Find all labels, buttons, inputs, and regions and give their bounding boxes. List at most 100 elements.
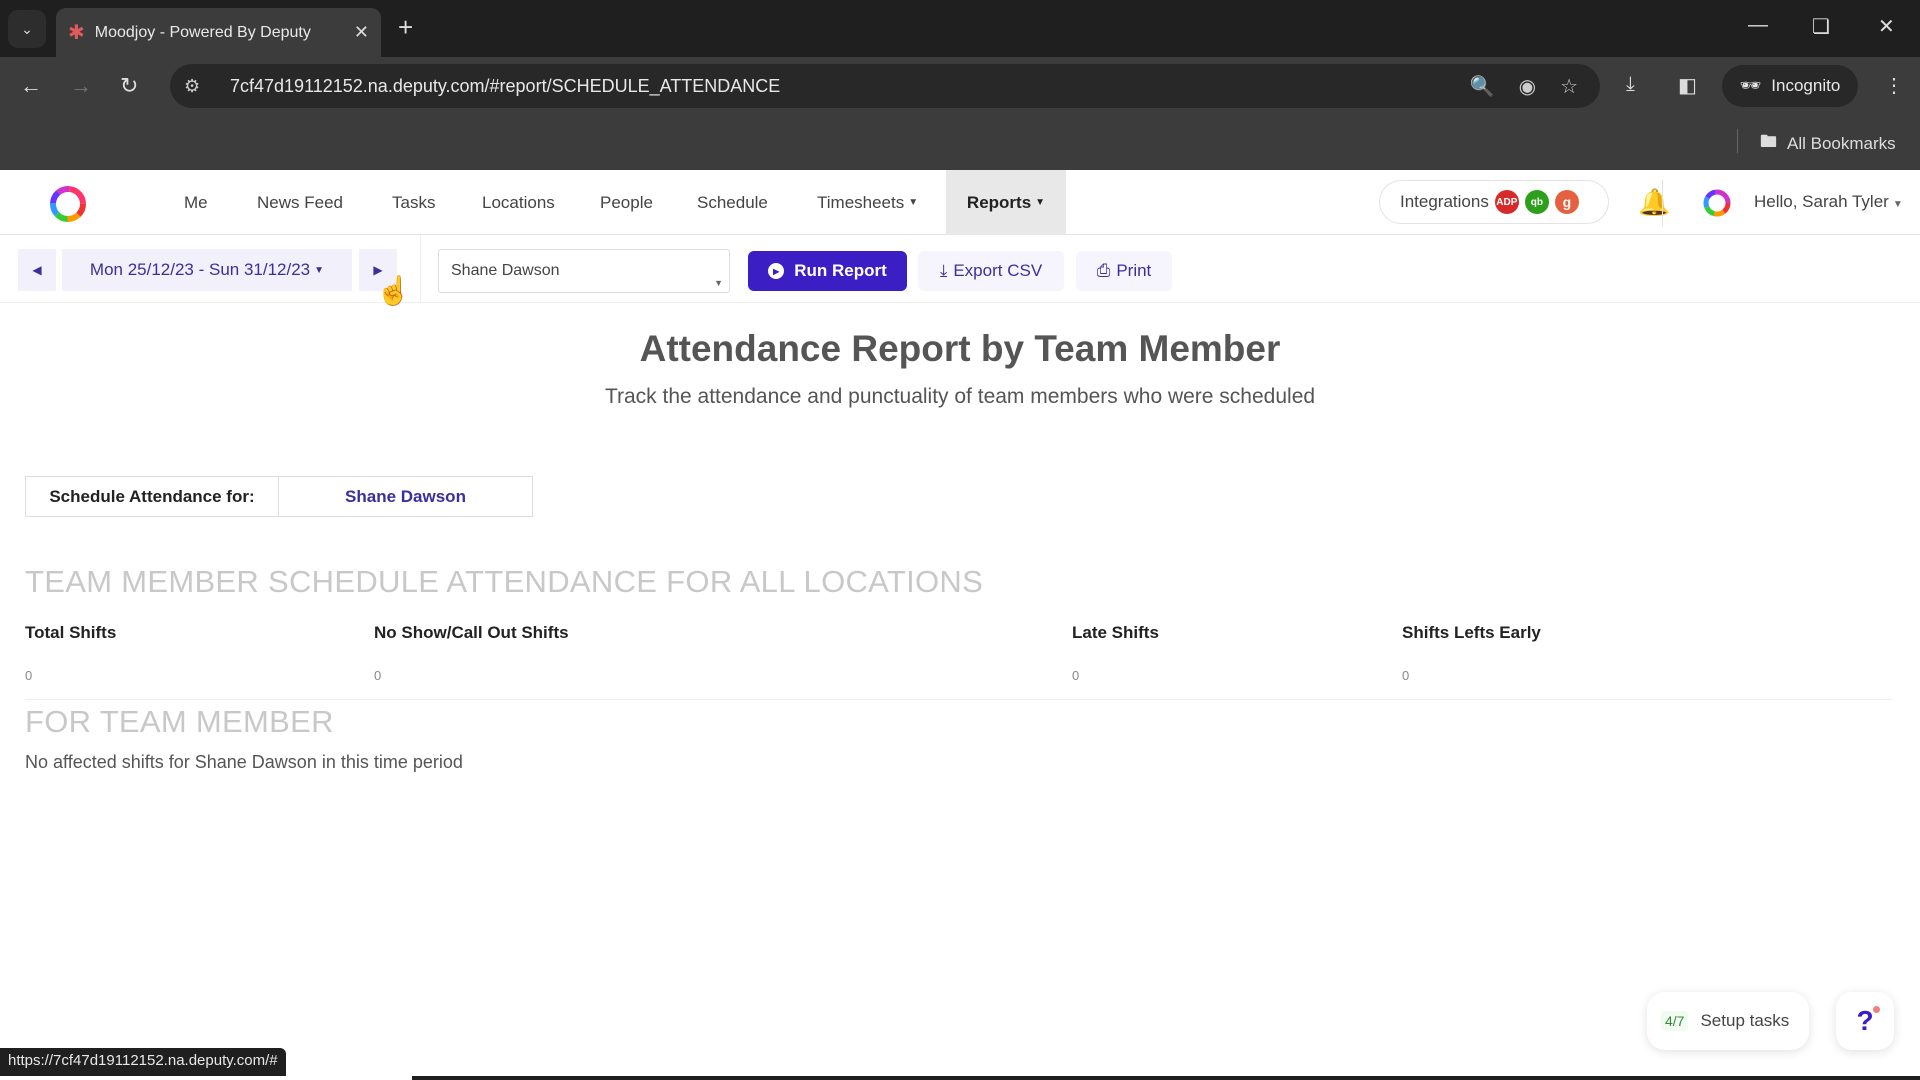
back-icon[interactable]: ← [20, 73, 42, 99]
report-filter-bar: ◀ Mon 25/12/23 - Sun 31/12/23 ▼ ▶ Shane D… [0, 235, 1920, 303]
setup-tasks-label: Setup tasks [1700, 1011, 1790, 1030]
stat-value-total-shifts: 0 [25, 668, 33, 683]
browser-tab-active[interactable]: ✱ Moodjoy - Powered By Deputy ✕ [56, 8, 381, 57]
print-button[interactable]: ⎙ Print [1076, 251, 1172, 291]
report-title: Attendance Report by Team Member [639, 328, 1281, 369]
folder-icon: 🖿 [1760, 132, 1777, 151]
date-range-label: Mon 25/12/23 - Sun 31/12/23 [89, 260, 311, 279]
stat-label-late-shifts: Late Shifts [1072, 623, 1159, 642]
printer-icon: ⎙ [1096, 261, 1111, 280]
stat-label-no-show: No Show/Call Out Shifts [374, 623, 569, 642]
nav-timesheets-label: Timesheets [817, 192, 905, 212]
tab-search-button[interactable]: ⌄ [8, 10, 46, 48]
stat-label-left-early: Shifts Lefts Early [1402, 623, 1541, 642]
run-report-button[interactable]: ▶ Run Report [748, 251, 907, 291]
nav-locations-label: Locations [482, 192, 555, 212]
download-icon: ⤓ [939, 261, 948, 280]
nav-people-label: People [600, 192, 653, 212]
nav-news-feed[interactable]: News Feed [245, 170, 355, 235]
quickbooks-badge-icon: qb [1524, 190, 1549, 214]
star-icon[interactable]: ☆ [1560, 74, 1578, 99]
incognito-label: Incognito [1771, 76, 1841, 95]
download-icon[interactable]: ⤓ [1626, 73, 1635, 96]
nav-schedule[interactable]: Schedule [685, 170, 780, 235]
side-panel-icon[interactable]: ◧ [1678, 73, 1697, 98]
prev-period-button[interactable]: ◀ [18, 249, 56, 291]
attendance-for-label: Schedule Attendance for: [26, 477, 279, 516]
export-csv-button[interactable]: ⤓ Export CSV [918, 251, 1064, 291]
hand-pointer-cursor-icon: ☝ [376, 275, 411, 306]
run-report-label: Run Report [794, 261, 887, 280]
integrations-button[interactable]: Integrations ADP qb g [1379, 180, 1609, 224]
divider [1662, 180, 1663, 226]
caret-down-icon: ▼ [1892, 199, 1903, 210]
menu-kebab-icon[interactable]: ⋮ [1884, 73, 1904, 98]
bookmarks-bar: 🖿 All Bookmarks [0, 115, 1920, 170]
stat-value-left-early: 0 [1402, 668, 1410, 683]
browser-toolbar: ← → ↻ ⚙ 7cf47d19112152.na.deputy.com/#re… [0, 57, 1920, 115]
all-bookmarks-button[interactable]: 🖿 All Bookmarks [1760, 129, 1896, 158]
nav-tasks[interactable]: Tasks [380, 170, 447, 235]
caret-down-icon: ▼ [714, 278, 723, 288]
nav-me[interactable]: Me [172, 170, 220, 235]
caret-down-icon: ▼ [314, 264, 325, 276]
section-heading-team-member: FOR TEAM MEMBER [25, 704, 334, 739]
new-tab-button[interactable]: + [398, 12, 413, 43]
url-text: 7cf47d19112152.na.deputy.com/#report/SCH… [230, 75, 781, 96]
incognito-icon: 🕶 [1739, 76, 1762, 95]
attendance-for-box: Schedule Attendance for: Shane Dawson [25, 476, 533, 517]
help-button[interactable]: ? [1836, 992, 1894, 1050]
deputy-favicon-icon: ✱ [68, 22, 85, 44]
setup-tasks-button[interactable]: 4/7 Setup tasks [1647, 992, 1809, 1050]
caret-left-icon: ◀ [32, 263, 42, 277]
forward-icon[interactable]: → [70, 73, 92, 99]
nav-reports[interactable]: Reports ▼ [946, 170, 1066, 235]
setup-tasks-count: 4/7 [1661, 1011, 1689, 1031]
stat-value-no-show: 0 [374, 668, 382, 683]
deputy-logo-icon[interactable] [44, 184, 92, 224]
nav-news-feed-label: News Feed [257, 192, 343, 212]
all-bookmarks-label: All Bookmarks [1787, 133, 1896, 153]
nav-tasks-label: Tasks [392, 192, 436, 212]
address-bar[interactable]: ⚙ 7cf47d19112152.na.deputy.com/#report/S… [170, 64, 1600, 108]
browser-tab-strip: ⌄ ✱ Moodjoy - Powered By Deputy ✕ + — ❏ … [0, 0, 1920, 57]
nav-me-label: Me [184, 192, 208, 212]
incognito-badge[interactable]: 🕶 Incognito [1722, 65, 1858, 107]
zoom-out-icon[interactable]: 🔍 [1470, 74, 1495, 99]
stat-value-late-shifts: 0 [1072, 668, 1080, 683]
notifications-bell-icon[interactable]: 🔔 [1638, 187, 1670, 218]
employee-select-value: Shane Dawson [451, 262, 560, 279]
window-close-icon[interactable]: ✕ [1878, 14, 1895, 39]
export-csv-label: Export CSV [953, 261, 1043, 280]
status-bar-url: https://7cf47d19112152.na.deputy.com/# [0, 1048, 286, 1076]
minimize-icon[interactable]: — [1748, 14, 1768, 37]
eye-slash-icon[interactable]: ◉ [1519, 74, 1536, 99]
taskbar-edge [412, 1076, 1920, 1080]
app-navbar: Me News Feed Tasks Locations People Sche… [0, 170, 1920, 235]
caret-down-icon: ▼ [908, 197, 919, 208]
reload-icon[interactable]: ↻ [120, 73, 138, 99]
integrations-label: Integrations [1400, 192, 1489, 211]
nav-locations[interactable]: Locations [470, 170, 567, 235]
close-tab-icon[interactable]: ✕ [354, 22, 369, 43]
nav-timesheets[interactable]: Timesheets ▼ [805, 170, 930, 235]
date-range-picker[interactable]: Mon 25/12/23 - Sun 31/12/23 ▼ [62, 249, 352, 291]
caret-down-icon: ▼ [1035, 197, 1046, 208]
nav-schedule-label: Schedule [697, 192, 768, 212]
employee-select[interactable]: Shane Dawson ▼ [438, 249, 730, 293]
attendance-for-value: Shane Dawson [345, 486, 466, 506]
user-menu[interactable]: Hello, Sarah Tyler ▼ [1754, 192, 1903, 212]
restore-icon[interactable]: ❏ [1812, 14, 1830, 39]
adp-badge-icon: ADP [1494, 190, 1519, 214]
divider [25, 699, 1892, 700]
section-heading-all-locations: TEAM MEMBER SCHEDULE ATTENDANCE FOR ALL … [25, 564, 984, 599]
divider [420, 235, 421, 303]
nav-people[interactable]: People [588, 170, 665, 235]
site-settings-icon[interactable]: ⚙ [184, 76, 214, 97]
notification-dot [1873, 1006, 1880, 1013]
greeting-label: Hello, Sarah Tyler [1754, 192, 1889, 211]
user-avatar[interactable] [1700, 186, 1734, 220]
nav-reports-label: Reports [966, 192, 1032, 212]
divider [1737, 129, 1738, 153]
chevron-down-icon: ⌄ [21, 20, 33, 37]
